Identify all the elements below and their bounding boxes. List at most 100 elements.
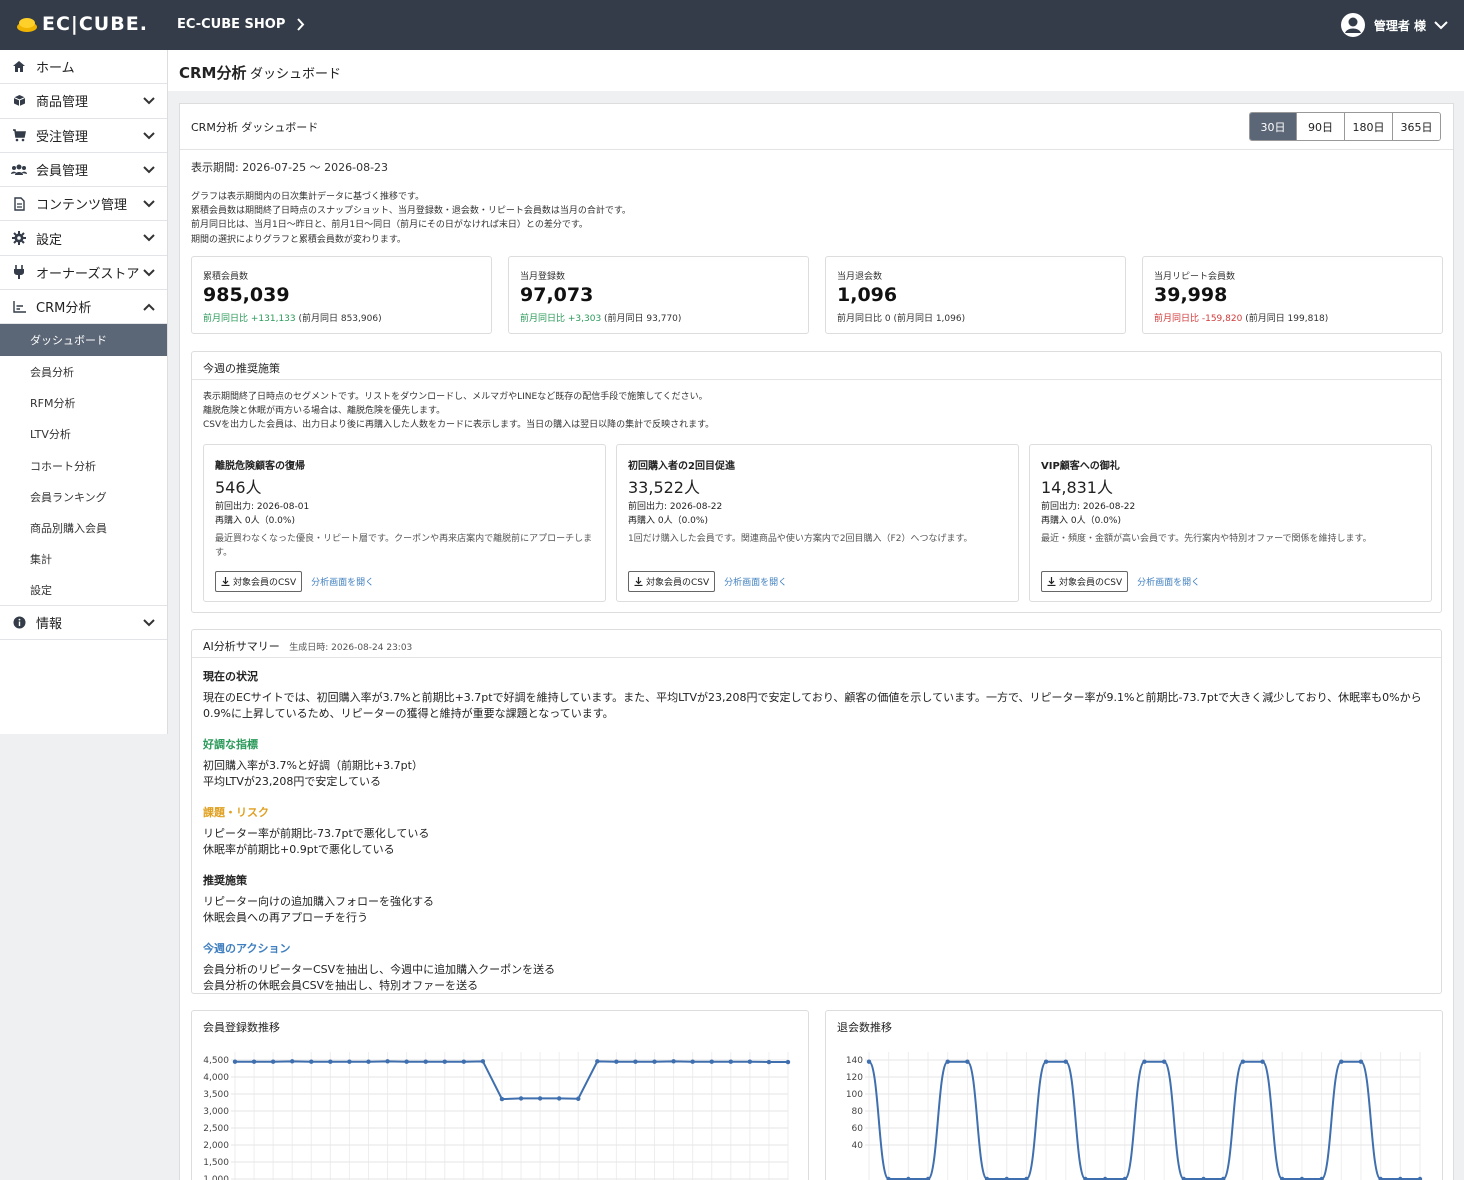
sidebar-item-crm[interactable]: CRM分析 [0,290,167,325]
data-point [270,1059,276,1064]
dashboard-panel: CRM分析 ダッシュボード 30日 90日 180日 365日 表示期間: 20… [179,103,1454,1180]
y-tick-label: 3,000 [203,1107,229,1117]
rec-card-title: 離脱危険顧客の復帰 [215,461,305,472]
csv-download-button[interactable]: 対象会員のCSV [1041,571,1129,592]
action-item: 会員分析のリピーターCSVを抽出し、今週中に追加購入クーポンを送る [203,963,556,976]
kpi-prev: (前月同日 93,770) [601,314,682,324]
home-icon [11,59,27,75]
sidebar-sub-aggregate[interactable]: 集計 [0,544,167,575]
sidebar-item-members[interactable]: 会員管理 [0,153,167,188]
data-point [1043,1059,1049,1064]
logo[interactable]: EC|CUBE. [16,13,148,35]
kpi-card-repeat-members: 当月リピート会員数 39,998 前月同日比 -159,820 (前月同日 19… [1142,256,1443,334]
ai-summary-body: 現在の状況 現在のECサイトでは、初回購入率が3.7%と前期比+3.7ptで好調… [203,668,1431,1008]
chart-title: 会員登録数推移 [203,1021,280,1034]
kpi-delta: 前月同日比 +3,303 (前月同日 93,770) [520,311,681,324]
data-point [499,1096,505,1102]
data-point [690,1059,695,1064]
data-point [461,1059,467,1064]
sidebar-item-products[interactable]: 商品管理 [0,84,167,119]
good-item: 平均LTVが23,208円で安定している [203,775,382,788]
open-analysis-link[interactable]: 分析画面を開く [311,575,374,588]
data-point [537,1096,543,1101]
period-180-button[interactable]: 180日 [1344,113,1392,140]
csv-download-button[interactable]: 対象会員のCSV [215,571,303,592]
sidebar-item-home[interactable]: ホーム [0,50,167,85]
top-bar: EC|CUBE. EC-CUBE SHOP 管理者 様 [0,0,1464,50]
sidebar-item-settings[interactable]: 設定 [0,221,167,256]
download-icon [1047,577,1056,586]
sidebar-item-contents[interactable]: コンテンツ管理 [0,187,167,222]
risk-item: リピーター率が前期比-73.7ptで悪化している [203,827,430,840]
open-analysis-link[interactable]: 分析画面を開く [724,575,787,588]
csv-label: 対象会員のCSV [1059,578,1123,588]
rec-card-desc: 1回だけ購入した会員です。関連商品や使い方案内で2回目購入（F2）へつなげます。 [628,534,973,544]
chevron-right-icon [297,18,305,31]
rec-card-meta: 前回出力: 2026-08-22 再購入 0人（0.0%) [628,500,722,528]
data-point [652,1059,657,1064]
recommend-box: 今週の推奨施策 表示期間終了日時点のセグメントです。リストをダウンロードし、メル… [191,351,1442,613]
sidebar-sub-member-analysis[interactable]: 会員分析 [0,356,167,387]
sidebar-sub-cohort[interactable]: コホート分析 [0,450,167,481]
data-point [442,1059,447,1064]
user-menu[interactable]: 管理者 様 [1340,12,1448,38]
csv-download-button[interactable]: 対象会員のCSV [628,571,716,592]
data-point [709,1059,714,1064]
data-point [614,1059,619,1064]
sidebar-item-label: 情報 [36,617,63,633]
data-point [633,1059,638,1064]
data-point [747,1059,753,1064]
note-line: 表示期間終了日時点のセグメントです。リストをダウンロードし、メルマガやLINEな… [203,392,708,402]
data-point [366,1059,371,1064]
risk-heading: 課題・リスク [203,806,269,819]
sidebar-item-info[interactable]: 情報 [0,606,167,641]
sidebar-sub-product-buyers[interactable]: 商品別購入会員 [0,512,167,543]
rec-card-exported: 前回出力: 2026-08-22 [1041,502,1136,512]
note-line: 期間の選択によりグラフと累積会員数が変わります。 [191,234,406,245]
sidebar-sub-dashboard[interactable]: ダッシュボード [0,324,167,357]
data-point [866,1059,872,1064]
chevron-down-icon [143,234,155,242]
kpi-card-monthly-registrations: 当月登録数 97,073 前月同日比 +3,303 (前月同日 93,770) [508,256,809,334]
panel-header: CRM分析 ダッシュボード 30日 90日 180日 365日 [180,104,1453,150]
sidebar: ホーム 商品管理 受注管理 会員管理 コンテンツ管理 設定 オーナーズストア C… [0,50,168,734]
chart-icon [11,299,27,315]
kpi-label: 当月登録数 [520,272,566,282]
kpi-value: 1,096 [837,284,898,306]
recommend-notes: 表示期間終了日時点のセグメントです。リストをダウンロードし、メルマガやLINEな… [203,390,714,433]
sidebar-item-owners-store[interactable]: オーナーズストア [0,256,167,291]
sidebar-item-orders[interactable]: 受注管理 [0,119,167,153]
rec-card-churn-risk: 離脱危険顧客の復帰 546人 前回出力: 2026-08-01 再購入 0人（0… [203,444,606,602]
info-icon [11,615,27,631]
sidebar-sub-ltv[interactable]: LTV分析 [0,419,167,450]
y-tick-label: 1,500 [203,1158,229,1168]
note-line: 累積会員数は期間終了日時点のスナップショット、当月登録数・退会数・リピート会員数… [191,206,631,217]
kpi-delta: 前月同日比 0 (前月同日 1,096) [837,311,965,324]
period-365-button[interactable]: 365日 [1392,113,1440,140]
sidebar-sub-ranking[interactable]: 会員ランキング [0,481,167,512]
sidebar-sub-rfm[interactable]: RFM分析 [0,388,167,419]
rec-card-actions: 対象会員のCSV 分析画面を開く [215,571,374,592]
download-icon [634,577,643,586]
shop-link[interactable]: EC-CUBE SHOP [177,17,305,32]
sidebar-sub-settings[interactable]: 設定 [0,575,167,606]
recommend-title: 今週の推奨施策 [192,352,1441,380]
data-point [1063,1059,1068,1064]
recommendation-item: リピーター向けの追加購入フォローを強化する [203,895,434,908]
sidebar-item-label: コンテンツ管理 [36,198,128,214]
data-point [556,1096,562,1101]
period-90-button[interactable]: 90日 [1296,113,1344,140]
data-point [1358,1059,1364,1064]
y-tick-label: 60 [852,1124,864,1134]
rec-card-second-purchase: 初回購入者の2回目促進 33,522人 前回出力: 2026-08-22 再購入… [616,444,1019,602]
rec-card-desc: 最近買わなくなった優良・リピート層です。クーポンや再来店案内で離脱前にアプローチ… [215,534,593,558]
recommendation-heading: 推奨施策 [203,874,247,887]
chevron-down-icon [143,269,155,277]
download-icon [221,577,230,586]
kpi-delta-value: 前月同日比 +3,303 [520,314,602,324]
data-point [232,1059,238,1064]
open-analysis-link[interactable]: 分析画面を開く [1137,575,1200,588]
period-30-button[interactable]: 30日 [1250,113,1296,140]
chart-title: 退会数推移 [837,1021,892,1034]
data-point [945,1059,950,1064]
